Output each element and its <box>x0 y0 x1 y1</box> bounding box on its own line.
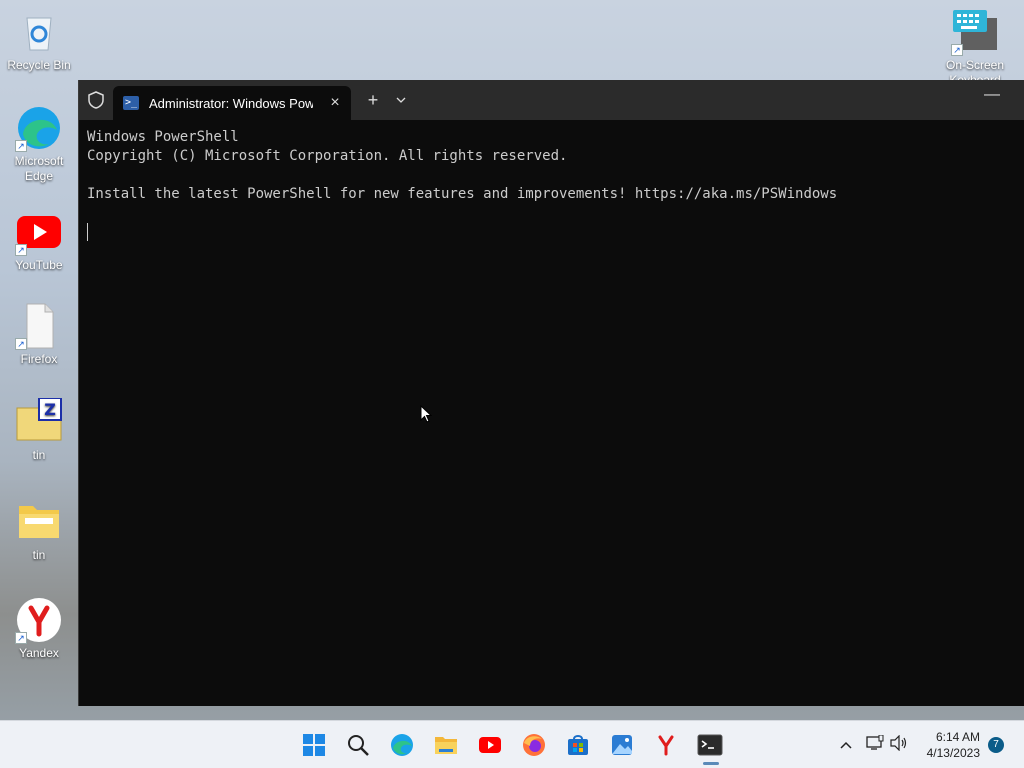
photos-icon <box>612 735 632 755</box>
clock-date: 4/13/2023 <box>926 746 980 760</box>
shortcut-arrow-icon: ↗ <box>15 338 27 350</box>
desktop-icon-tin-folder[interactable]: tin <box>3 498 75 563</box>
desktop-icon-edge[interactable]: ↗ Microsoft Edge <box>3 104 75 184</box>
taskbar-terminal-button[interactable] <box>694 729 726 761</box>
network-button[interactable] <box>866 734 890 756</box>
volume-icon <box>890 734 907 751</box>
shield-icon <box>79 80 113 120</box>
desktop-icon-label: On-Screen Keyboard <box>945 58 1005 80</box>
taskbar-photos-button[interactable] <box>606 729 638 761</box>
taskbar-yandex-button[interactable] <box>650 729 682 761</box>
console-output[interactable]: Windows PowerShell Copyright (C) Microsof… <box>79 120 1024 706</box>
terminal-icon <box>697 734 723 756</box>
shortcut-arrow-icon: ↗ <box>951 44 963 56</box>
network-icon <box>866 734 884 750</box>
console-line: Copyright (C) Microsoft Corporation. All… <box>87 148 568 164</box>
console-line: Windows PowerShell <box>87 129 239 145</box>
powershell-icon: >_ <box>123 96 139 110</box>
folder-icon <box>15 498 63 546</box>
minimize-button[interactable]: — <box>980 86 1004 104</box>
taskbar-file-explorer-button[interactable] <box>430 729 462 761</box>
start-icon <box>303 734 325 756</box>
new-tab-button[interactable]: + <box>363 90 383 111</box>
firefox-icon <box>523 734 545 756</box>
system-tray <box>836 721 914 768</box>
desktop-icon-label: Firefox <box>20 352 58 366</box>
desktop-icon-label: tin <box>32 448 46 462</box>
volume-button[interactable] <box>890 734 914 756</box>
tab-powershell[interactable]: >_ Administrator: Windows PowerShell × <box>113 86 351 120</box>
edge-icon <box>391 734 413 756</box>
edge-icon: ↗ <box>15 104 63 152</box>
desktop-icon-recycle-bin[interactable]: Recycle Bin <box>3 8 75 73</box>
clock-time: 6:14 AM <box>935 730 980 744</box>
tab-title: Administrator: Windows PowerShell <box>149 95 313 111</box>
active-app-indicator <box>703 762 719 765</box>
desktop-icon-firefox[interactable]: ↗ Firefox <box>3 302 75 367</box>
youtube-icon <box>479 737 501 753</box>
tab-dropdown-button[interactable] <box>393 92 409 106</box>
desktop-icon-label: tin <box>32 548 46 562</box>
recycle-bin-icon <box>15 8 63 56</box>
desktop-icon-label: YouTube <box>15 258 63 272</box>
clock[interactable]: 6:14 AM 4/13/2023 <box>927 729 980 761</box>
chevron-down-icon <box>396 97 406 103</box>
youtube-icon: ↗ <box>15 208 63 256</box>
taskbar-youtube-button[interactable] <box>474 729 506 761</box>
yandex-icon <box>658 735 674 756</box>
store-icon <box>568 735 588 755</box>
winzip-folder-icon: Z <box>15 397 63 446</box>
taskbar-edge-button[interactable] <box>386 729 418 761</box>
shortcut-arrow-icon: ↗ <box>15 244 27 256</box>
tab-close-button[interactable]: × <box>327 94 343 112</box>
blank-file-icon: ↗ <box>15 302 63 350</box>
terminal-window[interactable]: >_ Administrator: Windows PowerShell × +… <box>78 80 1024 706</box>
console-line: Install the latest PowerShell for new fe… <box>87 186 838 202</box>
show-hidden-icons-button[interactable] <box>836 736 856 754</box>
mouse-pointer-icon <box>420 405 432 423</box>
search-button[interactable] <box>342 729 374 761</box>
taskbar: 6:14 AM 4/13/2023 7 <box>0 720 1024 768</box>
title-bar[interactable]: >_ Administrator: Windows PowerShell × +… <box>79 80 1024 120</box>
desktop-icon-on-screen-keyboard[interactable]: ↗ On-Screen Keyboard <box>939 8 1011 80</box>
start-button[interactable] <box>298 729 330 761</box>
taskbar-store-button[interactable] <box>562 729 594 761</box>
desktop-icon-label: Yandex <box>19 646 59 660</box>
svg-text:Z: Z <box>44 400 56 419</box>
text-caret <box>87 223 88 241</box>
notification-badge[interactable]: 7 <box>988 737 1004 753</box>
search-icon <box>348 735 369 756</box>
file-explorer-icon <box>435 737 457 754</box>
keyboard-icon: ↗ <box>951 8 999 56</box>
shortcut-arrow-icon: ↗ <box>15 140 27 152</box>
desktop-icon-label: Microsoft Edge <box>14 154 64 183</box>
taskbar-firefox-button[interactable] <box>518 729 550 761</box>
yandex-icon: ↗ <box>15 596 63 644</box>
shortcut-arrow-icon: ↗ <box>15 632 27 644</box>
desktop-icon-label: Recycle Bin <box>7 58 71 72</box>
prompt-line[interactable] <box>87 223 1016 242</box>
chevron-up-icon <box>840 741 852 749</box>
desktop-icon-youtube[interactable]: ↗ YouTube <box>3 208 75 273</box>
desktop-icon-tin-zip[interactable]: Z tin <box>3 397 75 463</box>
desktop-icon-yandex[interactable]: ↗ Yandex <box>3 596 75 661</box>
